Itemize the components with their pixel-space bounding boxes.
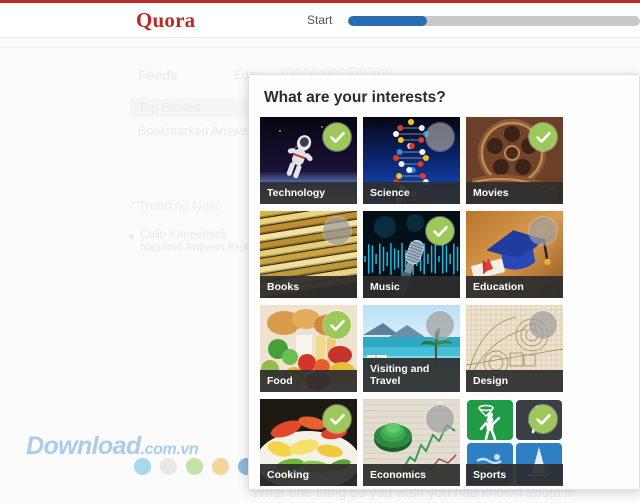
interest-tile-design[interactable]: Design: [466, 305, 563, 392]
svg-text:................: ................: [365, 424, 379, 428]
nav-feeds[interactable]: Feeds: [138, 67, 177, 83]
trending-now-heading: Trending Now: [138, 198, 219, 213]
check-selected-icon[interactable]: [529, 123, 557, 151]
watermark-dot-3: [186, 458, 203, 475]
modal-title: What are your interests?: [264, 89, 446, 106]
watermark-dot-1: [134, 458, 151, 475]
quora-logo[interactable]: Quora: [136, 8, 195, 33]
check-selected-icon[interactable]: [323, 123, 351, 151]
svg-text:................: ................: [365, 416, 379, 420]
trending-item-line1[interactable]: Colin Kaepernick: [140, 229, 227, 241]
trending-item-line2[interactable]: National Anthem Protes: [140, 242, 261, 254]
check-unselected-icon[interactable]: [426, 123, 454, 151]
interest-tile-label: Science: [363, 182, 460, 204]
interest-tile-books[interactable]: Books: [260, 211, 357, 298]
interest-tile-education[interactable]: Education: [466, 211, 563, 298]
start-label: Start: [307, 13, 333, 27]
interest-tile-label: Sports: [466, 464, 563, 486]
svg-text:................: ................: [365, 456, 379, 460]
interest-tile-visiting-and-travel[interactable]: Visiting and Travel: [363, 305, 460, 392]
progress-fill: [348, 16, 427, 26]
interest-tile-science[interactable]: Science: [363, 117, 460, 204]
trending-bullet-icon: [129, 234, 134, 239]
interest-tile-sports[interactable]: Sports: [466, 399, 563, 486]
check-unselected-icon[interactable]: [426, 311, 454, 339]
interest-tile-music[interactable]: Music: [363, 211, 460, 298]
sidebar-item-bookmarked-answers[interactable]: Bookmarked Answers: [138, 124, 259, 138]
check-unselected-icon[interactable]: [529, 217, 557, 245]
interest-tile-economics[interactable]: ........................................…: [363, 399, 460, 486]
interest-tile-label: Books: [260, 276, 357, 298]
svg-text:................: ................: [365, 408, 379, 412]
check-selected-icon[interactable]: [529, 405, 557, 433]
interest-tile-food[interactable]: Food: [260, 305, 357, 392]
check-selected-icon[interactable]: [426, 217, 454, 245]
interest-tile-cooking[interactable]: Cooking: [260, 399, 357, 486]
interest-tile-label: Technology: [260, 182, 357, 204]
sidebar-item-top-stories[interactable]: Top Stories: [138, 101, 201, 115]
check-selected-icon[interactable]: [323, 405, 351, 433]
watermark-sub-text: .com.vn: [140, 441, 199, 458]
watermark: Download .com.vn: [26, 432, 199, 460]
interest-tile-movies[interactable]: Movies: [466, 117, 563, 204]
trending-arrow-icon: ↗: [127, 200, 136, 211]
interest-tile-label: Design: [466, 370, 563, 392]
check-unselected-icon[interactable]: [323, 217, 351, 245]
check-unselected-icon[interactable]: [426, 405, 454, 433]
quora-onboarding-screen: Quora Start Feeds Edit Top Stories For Y…: [0, 0, 640, 503]
interests-grid: Technology Science Movies Books Music Educati…: [260, 117, 639, 489]
check-selected-icon[interactable]: [323, 311, 351, 339]
interest-tile-label: Education: [466, 276, 563, 298]
header-divider: [0, 47, 640, 48]
watermark-dot-2: [160, 458, 177, 475]
interests-modal: What are your interests? Technology Scien…: [248, 74, 640, 490]
watermark-dot-4: [212, 458, 229, 475]
onboarding-progress-bar: [348, 16, 640, 26]
interest-tile-label: Music: [363, 276, 460, 298]
svg-text:................: ................: [365, 448, 379, 452]
interest-tile-technology[interactable]: Technology: [260, 117, 357, 204]
interest-tile-label: Visiting and Travel: [363, 358, 460, 392]
interest-tile-label: Cooking: [260, 464, 357, 486]
check-unselected-icon[interactable]: [529, 311, 557, 339]
interest-tile-label: Food: [260, 370, 357, 392]
watermark-main-text: Download: [26, 432, 141, 460]
app-header: Quora Start: [0, 3, 640, 38]
interest-tile-label: Movies: [466, 182, 563, 204]
interest-tile-label: Economics: [363, 464, 460, 486]
